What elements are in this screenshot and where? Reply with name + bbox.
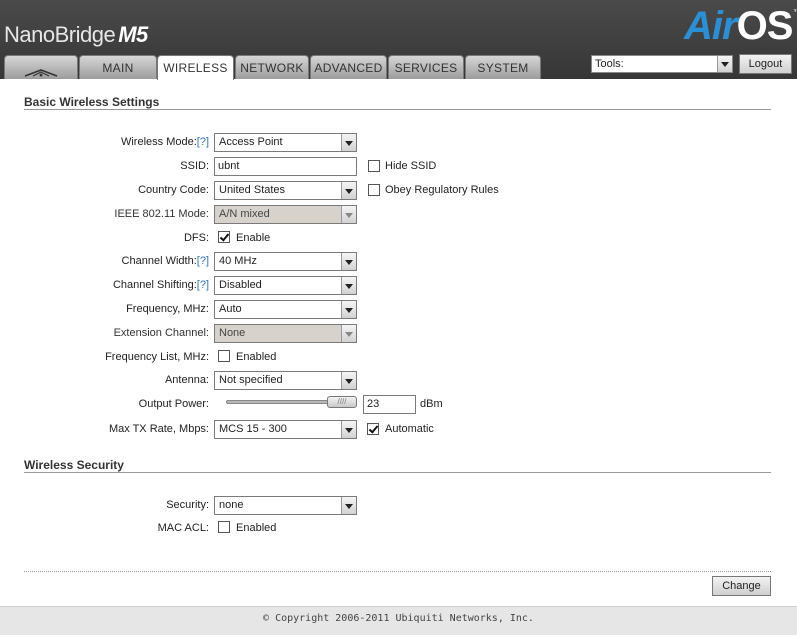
security-label: Security:: [166, 499, 209, 511]
chevron-down-icon: [341, 372, 356, 389]
max-tx-automatic-label: Automatic: [385, 423, 434, 435]
output-power-unit: dBm: [420, 398, 443, 410]
antenna-value: Not specified: [219, 374, 283, 386]
chevron-down-icon: [341, 421, 356, 438]
section-title-basic: Basic Wireless Settings: [24, 95, 160, 109]
extension-channel-label: Extension Channel:: [113, 327, 209, 339]
chevron-down-icon: [341, 253, 356, 270]
ieee-mode-label: IEEE 802.11 Mode:: [114, 208, 209, 220]
header-bar: NanoBridgeM5 AirOS™ MAIN WIRELESS NETWOR…: [0, 0, 797, 80]
dfs-label: DFS:: [183, 232, 209, 244]
wireless-mode-help-link[interactable]: [?]: [197, 136, 209, 148]
security-select[interactable]: none: [214, 496, 357, 515]
section-title-security: Wireless Security: [24, 458, 124, 472]
wireless-mode-select[interactable]: Access Point: [214, 133, 357, 152]
product-name-text: NanoBridge: [4, 22, 116, 47]
chevron-down-icon: [341, 301, 356, 318]
airos-logo-tm: ™: [793, 8, 797, 17]
mac-acl-enabled-label: Enabled: [236, 522, 277, 534]
chevron-down-icon: [717, 56, 732, 72]
mac-acl-checkbox[interactable]: [218, 521, 230, 533]
chevron-down-icon: [341, 497, 356, 514]
channel-width-label: Channel Width:[?]: [122, 255, 209, 267]
tab-services[interactable]: SERVICES: [388, 55, 464, 79]
section-divider: [24, 109, 771, 110]
antenna-select[interactable]: Not specified: [214, 371, 357, 390]
max-tx-automatic-checkbox[interactable]: [367, 423, 379, 435]
channel-width-help-link[interactable]: [?]: [197, 255, 209, 267]
ssid-input[interactable]: ubnt: [214, 157, 357, 176]
channel-width-select[interactable]: 40 MHz: [214, 252, 357, 271]
security-value: none: [219, 499, 244, 511]
country-code-select[interactable]: United States: [214, 181, 357, 200]
chevron-down-icon: [341, 325, 356, 342]
max-tx-rate-value: MCS 15 - 300: [219, 423, 287, 435]
tab-wireless[interactable]: WIRELESS: [157, 55, 234, 80]
channel-shifting-value: Disabled: [219, 279, 262, 291]
wireless-mode-label: Wireless Mode:[?]: [121, 136, 209, 148]
ieee-mode-select: A/N mixed: [214, 205, 357, 224]
max-tx-rate-select[interactable]: MCS 15 - 300: [214, 420, 357, 439]
frequency-select[interactable]: Auto: [214, 300, 357, 319]
logout-button[interactable]: Logout: [739, 54, 792, 74]
chevron-down-icon: [341, 182, 356, 199]
airos-logo: AirOS™: [684, 4, 797, 49]
airos-logo-os: OS: [736, 4, 794, 48]
mac-acl-label: MAC ACL:: [157, 522, 209, 534]
dfs-checkbox[interactable]: [218, 231, 230, 243]
wireless-mode-label-text: Wireless Mode:: [120, 136, 197, 148]
frequency-list-label: Frequency List, MHz:: [105, 351, 209, 363]
frequency-list-enabled-label: Enabled: [236, 351, 277, 363]
output-power-label: Output Power:: [138, 398, 209, 410]
extension-channel-value: None: [219, 327, 246, 339]
section-divider: [24, 472, 771, 473]
channel-shifting-help-link[interactable]: [?]: [197, 279, 209, 291]
output-power-input[interactable]: 23: [363, 395, 416, 414]
hide-ssid-label: Hide SSID: [385, 160, 437, 172]
tab-advanced[interactable]: ADVANCED: [310, 55, 387, 79]
channel-shifting-select[interactable]: Disabled: [214, 276, 357, 295]
country-code-value: United States: [219, 184, 286, 196]
product-model: M5: [118, 22, 148, 47]
channel-shifting-label: Channel Shifting:[?]: [113, 279, 209, 291]
output-power-slider-handle[interactable]: ////: [327, 396, 357, 408]
footer-copyright: © Copyright 2006-2011 Ubiquiti Networks,…: [0, 606, 797, 635]
country-code-label: Country Code:: [138, 184, 209, 196]
channel-shifting-label-text: Channel Shifting:: [112, 279, 197, 291]
max-tx-rate-label: Max TX Rate, Mbps:: [108, 423, 209, 435]
tools-select[interactable]: Tools:: [591, 55, 733, 73]
frequency-value: Auto: [219, 303, 242, 315]
frequency-list-checkbox[interactable]: [218, 350, 230, 362]
channel-width-value: 40 MHz: [219, 255, 257, 267]
extension-channel-select: None: [214, 324, 357, 343]
ubiquiti-logo-icon: [23, 62, 59, 86]
ssid-label: SSID:: [180, 160, 209, 172]
dfs-enable-label: Enable: [236, 232, 271, 244]
wireless-mode-value: Access Point: [219, 136, 283, 148]
product-name: NanoBridge M5: [4, 22, 148, 48]
chevron-down-icon: [341, 134, 356, 151]
frequency-label: Frequency, MHz:: [126, 303, 209, 315]
ieee-mode-value: A/N mixed: [219, 208, 270, 220]
tab-system[interactable]: SYSTEM: [465, 55, 541, 79]
tab-main[interactable]: MAIN: [79, 55, 157, 79]
tab-ubnt-logo[interactable]: [4, 55, 78, 79]
actions-divider: [24, 571, 771, 572]
chevron-down-icon: [341, 277, 356, 294]
antenna-label: Antenna:: [164, 374, 209, 386]
airos-logo-air: Air: [684, 4, 738, 48]
change-button[interactable]: Change: [712, 576, 771, 596]
tools-select-value: Tools:: [595, 58, 624, 70]
chevron-down-icon: [341, 206, 356, 223]
channel-width-label-text: Channel Width:: [121, 255, 197, 267]
tab-network[interactable]: NETWORK: [235, 55, 309, 79]
hide-ssid-checkbox[interactable]: [368, 160, 380, 172]
obey-regulatory-checkbox[interactable]: [368, 184, 380, 196]
obey-regulatory-label: Obey Regulatory Rules: [385, 184, 499, 196]
